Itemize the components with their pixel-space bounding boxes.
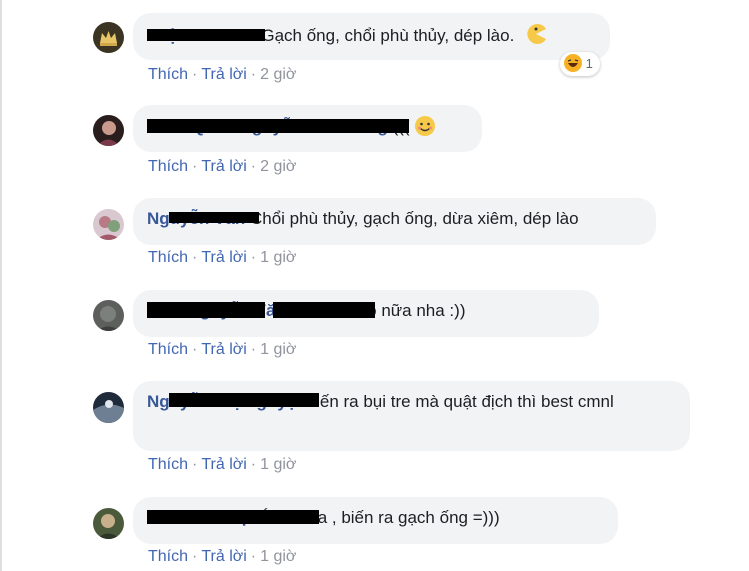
avatar[interactable] — [93, 115, 124, 146]
reaction-count: 1 — [585, 56, 593, 71]
comment-text: Gạch ống, chổi phù thủy, dép lào. — [261, 26, 515, 45]
like-link[interactable]: Thích — [148, 158, 188, 175]
avatar[interactable] — [93, 300, 124, 331]
timestamp[interactable]: 1 giờ — [260, 548, 296, 565]
author-name[interactable]: Nguyễn Thị Nguyệt — [147, 391, 319, 413]
comment-bubble: Trần Tiến Đạt Úm ba la , biến ra gạch ốn… — [133, 497, 618, 544]
comment-text: Chổi phù thủy, gạch ống, dừa xiêm, dép l… — [249, 209, 579, 228]
avatar[interactable] — [93, 508, 124, 539]
comment-actions: Thích · Trả lời · 1 giờ — [148, 456, 297, 473]
like-link[interactable]: Thích — [148, 249, 188, 266]
timestamp[interactable]: 2 giờ — [260, 66, 296, 83]
comment-bubble: Nguyễn Thị Nguyệt biến ra bụi tre mà quậ… — [133, 381, 690, 451]
reply-link[interactable]: Trả lời — [201, 249, 246, 266]
reply-link[interactable]: Trả lời — [201, 66, 246, 83]
comment-actions: Thích · Trả lời · 2 giờ — [148, 66, 297, 83]
reaction-summary[interactable]: 1 — [560, 52, 600, 76]
like-link[interactable]: Thích — [148, 548, 188, 565]
avatar[interactable] — [93, 392, 124, 423]
reply-link[interactable]: Trả lời — [201, 548, 246, 565]
timestamp[interactable]: 1 giờ — [260, 249, 296, 266]
comment-bubble: Trần Nguyễn Văn thiếu cái xô nữa nha :)) — [133, 290, 599, 337]
smiling-face-emoji-icon — [414, 115, 436, 137]
comment-bubble: Triệu Hữu Tài Gạch ống, chổi phù thủy, d… — [133, 13, 610, 60]
timestamp[interactable]: 1 giờ — [260, 456, 296, 473]
reply-link[interactable]: Trả lời — [201, 456, 246, 473]
author-name[interactable]: Minh Quân Nguyễn Đức Đăng — [147, 116, 409, 138]
pacman-emoji-icon — [525, 23, 547, 45]
haha-reaction-icon — [564, 54, 582, 72]
author-name[interactable]: Trần Tiến Đạt — [147, 507, 319, 529]
like-link[interactable]: Thích — [148, 66, 188, 83]
like-link[interactable]: Thích — [148, 341, 188, 358]
author-name[interactable]: Trần Nguyễn Văn — [147, 300, 375, 322]
comment-actions: Thích · Trả lời · 2 giờ — [148, 158, 297, 175]
timestamp[interactable]: 1 giờ — [260, 341, 296, 358]
avatar[interactable] — [93, 209, 124, 240]
author-name[interactable]: Nguyễn Văn — [147, 208, 259, 230]
left-divider — [0, 0, 2, 571]
timestamp[interactable]: 2 giờ — [260, 158, 296, 175]
like-link[interactable]: Thích — [148, 456, 188, 473]
comment-actions: Thích · Trả lời · 1 giờ — [148, 548, 297, 565]
comment-actions: Thích · Trả lời · 1 giờ — [148, 249, 297, 266]
avatar[interactable] — [93, 22, 124, 53]
reply-link[interactable]: Trả lời — [201, 158, 246, 175]
comment-bubble: Nguyễn Văn Chổi phù thủy, gạch ống, dừa … — [133, 198, 656, 245]
reply-link[interactable]: Trả lời — [201, 341, 246, 358]
comment-actions: Thích · Trả lời · 1 giờ — [148, 341, 297, 358]
comment-text: biến ra bụi tre mà quật địch thì best cm… — [306, 392, 614, 411]
author-name[interactable]: Triệu Hữu Tài — [147, 25, 265, 47]
comment-bubble: Minh Quân Nguyễn Đức Đăng ((( — [133, 105, 482, 152]
